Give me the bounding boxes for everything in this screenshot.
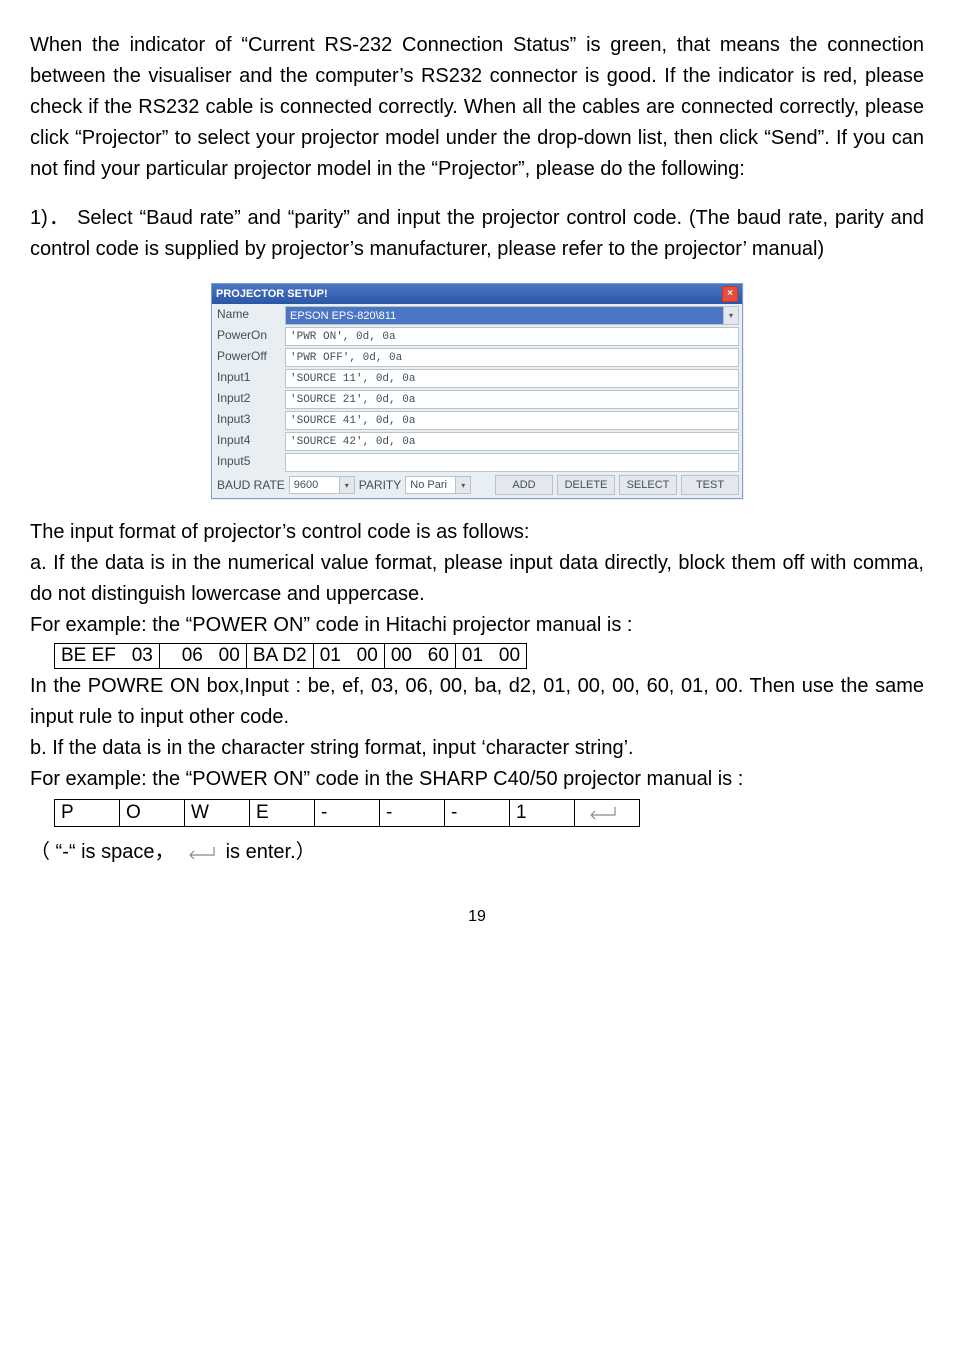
paragraph-1: When the indicator of “Current RS-232 Co…	[30, 30, 924, 185]
projector-setup-dialog: PROJECTOR SETUP! × Name EPSON EPS-820\81…	[211, 283, 743, 499]
label-input4: Input4	[213, 431, 285, 452]
label-name: Name	[213, 305, 285, 326]
enter-key-icon	[180, 845, 220, 861]
poweroff-input[interactable]: 'PWR OFF', 0d, 0a	[285, 348, 739, 367]
hex-code-table: BE EF 03 06 00 BA D2 01 00 00 60 01 00	[54, 643, 527, 669]
label-input5: Input5	[213, 452, 285, 473]
char-cell: -	[445, 800, 510, 827]
paragraph-8: For example: the “POWER ON” code in the …	[30, 764, 924, 795]
note-line: （ “-“ is space， is enter.）	[30, 837, 924, 868]
name-input[interactable]: EPSON EPS-820\811 ▾	[285, 306, 739, 325]
char-code-table: P O W E - - - 1	[54, 799, 640, 827]
poweron-value: 'PWR ON', 0d, 0a	[290, 331, 396, 343]
page-number: 19	[30, 908, 924, 926]
dialog-button-row: BAUD RATE 9600 ▾ PARITY No Pari ▾ ADD DE…	[213, 473, 741, 497]
baud-select[interactable]: 9600 ▾	[289, 476, 355, 494]
label-poweron: PowerOn	[213, 326, 285, 347]
dialog-body: Name EPSON EPS-820\811 ▾ PowerOn 'PWR ON…	[212, 304, 742, 498]
poweroff-value: 'PWR OFF', 0d, 0a	[290, 352, 402, 364]
chevron-down-icon[interactable]: ▾	[339, 477, 354, 493]
paragraph-2: 1)． Select “Baud rate” and “parity” and …	[30, 203, 924, 265]
parity-value: No Pari	[410, 479, 447, 491]
hex-cell: 01 00	[455, 644, 526, 669]
input5-input[interactable]	[285, 453, 739, 472]
label-input2: Input2	[213, 389, 285, 410]
char-cell-enter	[575, 800, 640, 827]
baud-value: 9600	[294, 479, 318, 491]
hex-cell: 01 00	[313, 644, 384, 669]
char-cell: O	[120, 800, 185, 827]
poweron-input[interactable]: 'PWR ON', 0d, 0a	[285, 327, 739, 346]
select-button[interactable]: SELECT	[619, 475, 677, 495]
input4-value: 'SOURCE 42', 0d, 0a	[290, 436, 415, 448]
hex-cell: 00 60	[384, 644, 455, 669]
char-cell: 1	[510, 800, 575, 827]
paragraph-7: b. If the data is in the character strin…	[30, 733, 924, 764]
char-cell: W	[185, 800, 250, 827]
dialog-titlebar: PROJECTOR SETUP! ×	[212, 284, 742, 304]
test-button[interactable]: TEST	[681, 475, 739, 495]
dialog-title-text: PROJECTOR SETUP!	[216, 288, 328, 300]
input3-value: 'SOURCE 41', 0d, 0a	[290, 415, 415, 427]
hex-cell: BE EF 03	[55, 644, 160, 669]
paragraph-6: In the POWRE ON box,Input : be, ef, 03, …	[30, 671, 924, 733]
enter-key-icon	[581, 805, 621, 821]
chevron-down-icon[interactable]: ▾	[455, 477, 470, 493]
char-cell: P	[55, 800, 120, 827]
char-cell: -	[315, 800, 380, 827]
label-parity: PARITY	[359, 478, 401, 492]
input2-value: 'SOURCE 21', 0d, 0a	[290, 394, 415, 406]
input1-input[interactable]: 'SOURCE 11', 0d, 0a	[285, 369, 739, 388]
char-cell: -	[380, 800, 445, 827]
input1-value: 'SOURCE 11', 0d, 0a	[290, 373, 415, 385]
chevron-down-icon[interactable]: ▾	[723, 307, 738, 324]
paragraph-4: a. If the data is in the numerical value…	[30, 548, 924, 610]
label-baud: BAUD RATE	[217, 478, 285, 492]
hex-cell: 06 00	[159, 644, 246, 669]
char-cell: E	[250, 800, 315, 827]
note-pre: （ “-“ is space，	[30, 841, 174, 863]
label-input3: Input3	[213, 410, 285, 431]
name-value: EPSON EPS-820\811	[290, 310, 396, 322]
close-icon[interactable]: ×	[722, 286, 738, 302]
input4-input[interactable]: 'SOURCE 42', 0d, 0a	[285, 432, 739, 451]
input2-input[interactable]: 'SOURCE 21', 0d, 0a	[285, 390, 739, 409]
paragraph-3: The input format of projector’s control …	[30, 517, 924, 548]
parity-select[interactable]: No Pari ▾	[405, 476, 471, 494]
label-input1: Input1	[213, 368, 285, 389]
add-button[interactable]: ADD	[495, 475, 553, 495]
note-post: is enter.）	[226, 841, 316, 863]
paragraph-5: For example: the “POWER ON” code in Hita…	[30, 610, 924, 641]
input3-input[interactable]: 'SOURCE 41', 0d, 0a	[285, 411, 739, 430]
hex-cell: BA D2	[246, 644, 313, 669]
label-poweroff: PowerOff	[213, 347, 285, 368]
delete-button[interactable]: DELETE	[557, 475, 615, 495]
